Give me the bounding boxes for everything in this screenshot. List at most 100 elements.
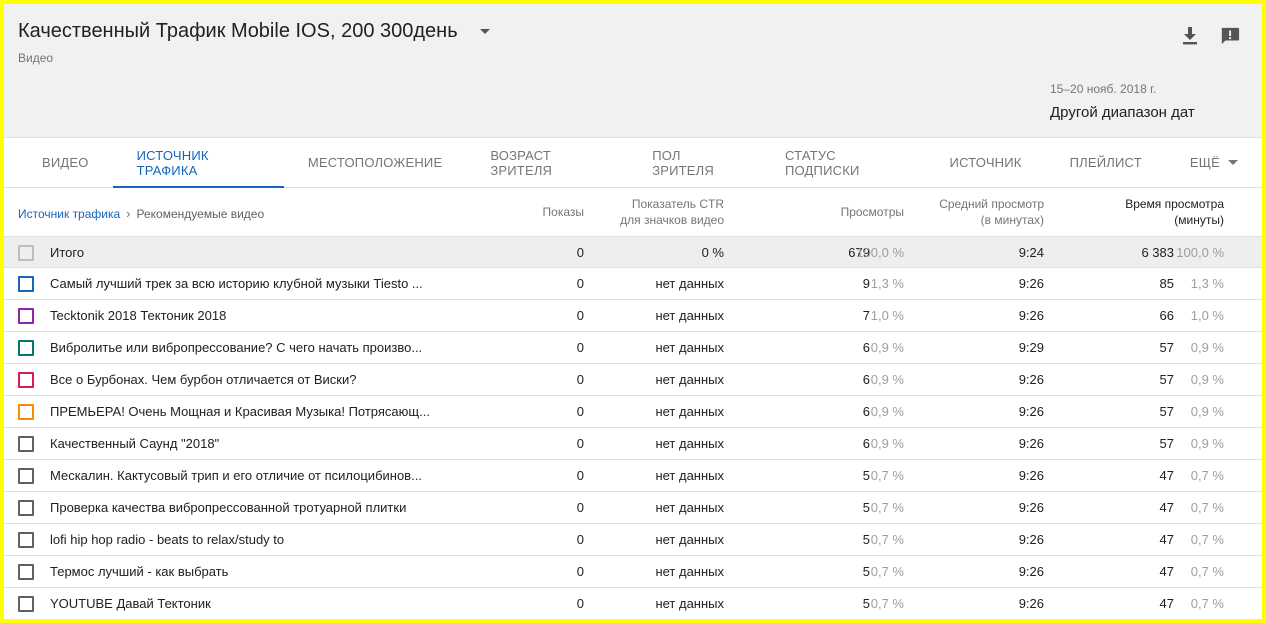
row-name[interactable]: Проверка качества вибропрессованной трот… <box>50 500 440 515</box>
row-name[interactable]: Все о Бурбонах. Чем бурбон отличается от… <box>50 372 440 387</box>
column-ctr[interactable]: Показатель CTR для значков видео <box>620 196 724 228</box>
breadcrumb: Источник трафика › Рекомендуемые видео <box>18 206 264 221</box>
row-name[interactable]: ПРЕМЬЕРА! Очень Мощная и Красивая Музыка… <box>50 404 440 419</box>
cell-avg-view: 9:26 <box>1018 276 1044 291</box>
cell-watch-time: 47 <box>1159 596 1174 611</box>
table-row[interactable]: Качественный Саунд "2018" 0 нет данных 6 0,9… <box>4 427 1262 459</box>
tab-playlist[interactable]: ПЛЕЙЛИСТ <box>1046 138 1166 187</box>
cell-views-pct: 0,9 % <box>870 340 904 355</box>
row-name[interactable]: Качественный Саунд "2018" <box>50 436 440 451</box>
row-name[interactable]: Мескалин. Кактусовый трип и его отличие … <box>50 468 440 483</box>
caret-down-icon[interactable] <box>479 29 490 34</box>
row-name[interactable]: Самый лучший трек за всю историю клубной… <box>50 276 440 291</box>
cell-ctr: нет данных <box>655 340 724 355</box>
table-row[interactable]: Самый лучший трек за всю историю клубной… <box>4 267 1262 299</box>
tab-subscription-status[interactable]: СТАТУС ПОДПИСКИ <box>761 138 926 187</box>
row-checkbox[interactable] <box>18 564 34 580</box>
tab-traffic-source[interactable]: ИСТОЧНИК ТРАФИКА <box>112 138 285 188</box>
row-checkbox[interactable] <box>18 245 34 261</box>
cell-views-pct: 1,0 % <box>870 308 904 323</box>
cell-impressions: 0 <box>576 308 584 323</box>
tab-more[interactable]: ЕЩЁ <box>1166 138 1262 187</box>
title-row[interactable]: Качественный Трафик Mobile IOS, 200 300д… <box>18 20 490 43</box>
cell-views: 5 <box>862 468 870 483</box>
row-checkbox[interactable] <box>18 468 34 484</box>
tab-label: ПЛЕЙЛИСТ <box>1069 155 1142 170</box>
row-checkbox[interactable] <box>18 276 34 292</box>
breadcrumb-traffic-source-link[interactable]: Источник трафика <box>18 207 120 221</box>
table-row[interactable]: Проверка качества вибропрессованной трот… <box>4 491 1262 523</box>
tab-label: ВИДЕО <box>42 155 89 170</box>
column-views[interactable]: Просмотры <box>841 204 904 220</box>
row-checkbox[interactable] <box>18 372 34 388</box>
row-name[interactable]: Итого <box>50 245 440 260</box>
table-row[interactable]: Вибролитье или вибропрессование? С чего … <box>4 331 1262 363</box>
table-row[interactable]: Мескалин. Кактусовый трип и его отличие … <box>4 459 1262 491</box>
row-checkbox[interactable] <box>18 532 34 548</box>
row-checkbox[interactable] <box>18 436 34 452</box>
cell-impressions: 0 <box>576 436 584 451</box>
column-watch-time[interactable]: Время просмотра (минуты) <box>1125 196 1224 228</box>
cell-watch-time: 47 <box>1159 564 1174 579</box>
analytics-panel: Качественный Трафик Mobile IOS, 200 300д… <box>4 4 1262 619</box>
tab-video[interactable]: ВИДЕО <box>18 138 113 187</box>
table-row[interactable]: YOUTUBE Давай Тектоник 0 нет данных 5 0,7 % 9… <box>4 587 1262 619</box>
row-checkbox[interactable] <box>18 308 34 324</box>
row-checkbox[interactable] <box>18 500 34 516</box>
column-avg-view[interactable]: Средний просмотр (в минутах) <box>939 196 1044 228</box>
column-label: (минуты) <box>1174 213 1224 227</box>
tab-location[interactable]: МЕСТОПОЛОЖЕНИЕ <box>284 138 466 187</box>
table-row[interactable]: lofi hip hop radio - beats to relax/stud… <box>4 523 1262 555</box>
row-name[interactable]: Вибролитье или вибропрессование? С чего … <box>50 340 440 355</box>
cell-avg-view: 9:24 <box>1018 245 1044 260</box>
cell-watch-pct: 0,7 % <box>1190 532 1224 547</box>
cell-ctr: нет данных <box>655 468 724 483</box>
cell-impressions: 0 <box>576 372 584 387</box>
cell-watch-pct: 0,7 % <box>1190 596 1224 611</box>
table-header: Источник трафика › Рекомендуемые видео П… <box>4 188 1262 236</box>
table-row[interactable]: Tecktonik 2018 Тектоник 2018 0 нет данных 7… <box>4 299 1262 331</box>
cell-views: 6 <box>862 340 870 355</box>
cell-watch-time: 85 <box>1159 276 1174 291</box>
cell-views: 6 <box>862 404 870 419</box>
report-header: Качественный Трафик Mobile IOS, 200 300д… <box>4 4 1262 138</box>
header-actions <box>1180 26 1240 46</box>
total-row[interactable]: Итого 0 0 % 679 100,0 % 9:24 6 383 100,0 % <box>4 236 1262 267</box>
row-checkbox[interactable] <box>18 404 34 420</box>
cell-watch-pct: 100,0 % <box>1176 245 1224 260</box>
cell-watch-time: 47 <box>1159 500 1174 515</box>
cell-impressions: 0 <box>576 532 584 547</box>
cell-avg-view: 9:26 <box>1018 436 1044 451</box>
cell-avg-view: 9:26 <box>1018 372 1044 387</box>
cell-watch-pct: 0,7 % <box>1190 468 1224 483</box>
table-body: Итого 0 0 % 679 100,0 % 9:24 6 383 100,0 % Самый… <box>4 236 1262 619</box>
row-name[interactable]: Tecktonik 2018 Тектоник 2018 <box>50 308 440 323</box>
date-selector: 15–20 нояб. 2018 г. Другой диапазон дат <box>1050 82 1195 121</box>
breadcrumb-current: Рекомендуемые видео <box>136 206 265 221</box>
other-date-range-button[interactable]: Другой диапазон дат <box>1050 104 1195 121</box>
table-row[interactable]: Все о Бурбонах. Чем бурбон отличается от… <box>4 363 1262 395</box>
cell-views: 5 <box>862 564 870 579</box>
row-checkbox[interactable] <box>18 340 34 356</box>
cell-views-pct: 0,7 % <box>870 468 904 483</box>
table-row[interactable]: Термос лучший - как выбрать 0 нет данных 5 0… <box>4 555 1262 587</box>
tab-label: ПОЛ ЗРИТЕЛЯ <box>652 147 714 178</box>
row-name[interactable]: YOUTUBE Давай Тектоник <box>50 596 440 611</box>
cell-avg-view: 9:26 <box>1018 596 1044 611</box>
date-range: 15–20 нояб. 2018 г. <box>1050 82 1157 96</box>
cell-watch-time: 57 <box>1159 436 1174 451</box>
column-impressions[interactable]: Показы <box>543 204 584 220</box>
tab-viewer-age[interactable]: ВОЗРАСТ ЗРИТЕЛЯ <box>466 138 628 187</box>
cell-ctr: нет данных <box>655 532 724 547</box>
row-checkbox[interactable] <box>18 596 34 612</box>
table-row[interactable]: ПРЕМЬЕРА! Очень Мощная и Красивая Музыка… <box>4 395 1262 427</box>
row-name[interactable]: lofi hip hop radio - beats to relax/stud… <box>50 532 440 547</box>
tab-source[interactable]: ИСТОЧНИК <box>926 138 1046 187</box>
cell-views: 7 <box>862 308 870 323</box>
download-icon[interactable] <box>1180 26 1200 46</box>
row-name[interactable]: Термос лучший - как выбрать <box>50 564 440 579</box>
cell-watch-time: 6 383 <box>1141 245 1174 260</box>
column-label: (в минутах) <box>980 213 1044 227</box>
tab-viewer-gender[interactable]: ПОЛ ЗРИТЕЛЯ <box>628 138 761 187</box>
feedback-icon[interactable] <box>1220 26 1240 46</box>
